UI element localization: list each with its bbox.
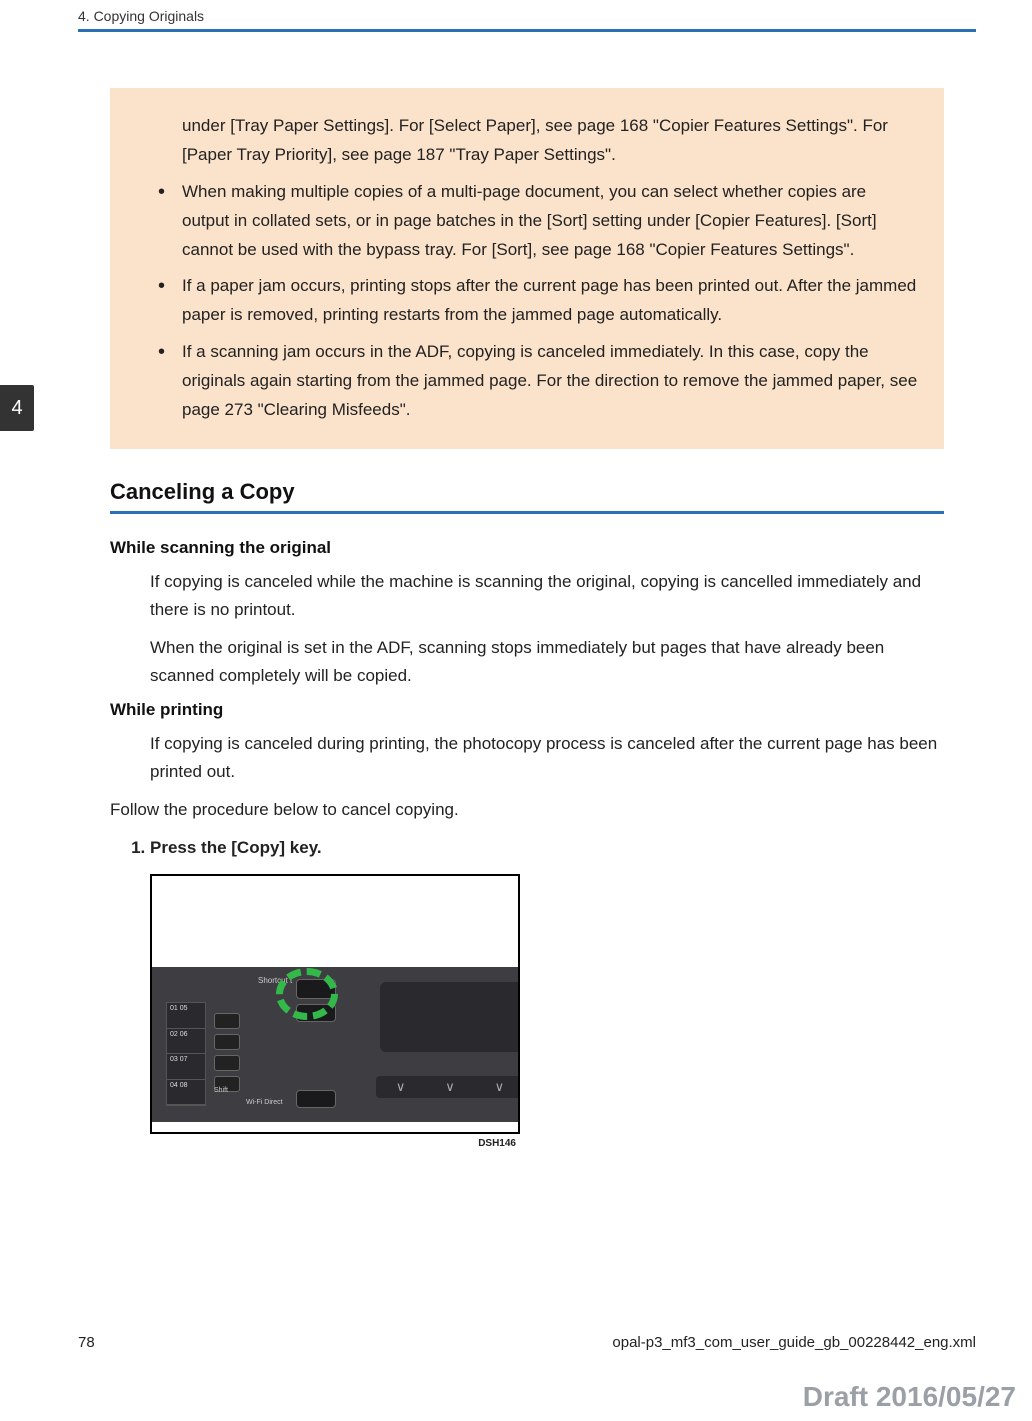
chevron-down-icon: ∨ <box>396 1079 406 1095</box>
highlight-ring-icon <box>276 968 338 1020</box>
key <box>214 1055 240 1071</box>
footer: 78 opal-p3_mf3_com_user_guide_gb_0022844… <box>78 1334 976 1351</box>
step-1: Press the [Copy] key. <box>150 838 944 858</box>
num-cell: 04 08 <box>167 1080 205 1106</box>
page-content: under [Tray Paper Settings]. For [Select… <box>0 32 1032 1149</box>
page-number: 78 <box>78 1334 95 1351</box>
shift-label: Shift <box>214 1087 228 1094</box>
function-keys <box>214 1013 240 1092</box>
note-bullet: If a paper jam occurs, printing stops af… <box>150 272 918 330</box>
paragraph: Follow the procedure below to cancel cop… <box>110 796 944 824</box>
key <box>214 1034 240 1050</box>
draft-watermark: Draft 2016/05/27 <box>803 1381 1016 1413</box>
note-bullet: If a scanning jam occurs in the ADF, cop… <box>150 338 918 425</box>
chevron-down-icon: ∨ <box>495 1079 505 1095</box>
subhead-scanning: While scanning the original <box>110 538 944 558</box>
figure-caption: DSH146 <box>150 1134 520 1149</box>
paragraph: When the original is set in the ADF, sca… <box>150 634 944 690</box>
note-box: under [Tray Paper Settings]. For [Select… <box>110 88 944 449</box>
section-title: Canceling a Copy <box>110 479 944 514</box>
note-continuation: under [Tray Paper Settings]. For [Select… <box>182 112 918 170</box>
num-cell: 01 05 <box>167 1003 205 1029</box>
panel-key <box>296 1090 336 1108</box>
chapter-tab: 4 <box>0 385 34 431</box>
figure: 01 05 02 06 03 07 04 08 Shift Shortcut t… <box>150 874 520 1149</box>
subhead-printing: While printing <box>110 700 944 720</box>
chevron-down-icon: ∨ <box>445 1079 455 1095</box>
key <box>214 1013 240 1029</box>
paragraph: If copying is canceled while the machine… <box>150 568 944 624</box>
source-filename: opal-p3_mf3_com_user_guide_gb_00228442_e… <box>612 1334 976 1351</box>
num-cell: 02 06 <box>167 1029 205 1055</box>
paragraph: If copying is canceled during printing, … <box>150 730 944 786</box>
section-canceling: Canceling a Copy While scanning the orig… <box>110 479 944 1149</box>
num-cell: 03 07 <box>167 1054 205 1080</box>
lcd-screen <box>380 982 520 1052</box>
running-header: 4. Copying Originals <box>0 0 1032 29</box>
number-keys: 01 05 02 06 03 07 04 08 <box>166 1002 206 1106</box>
wifi-label: Wi-Fi Direct <box>246 1099 283 1106</box>
note-bullet: When making multiple copies of a multi-p… <box>150 178 918 265</box>
softkeys: ∨ ∨ ∨ <box>376 1076 520 1098</box>
control-panel-illustration: 01 05 02 06 03 07 04 08 Shift Shortcut t… <box>150 874 520 1134</box>
